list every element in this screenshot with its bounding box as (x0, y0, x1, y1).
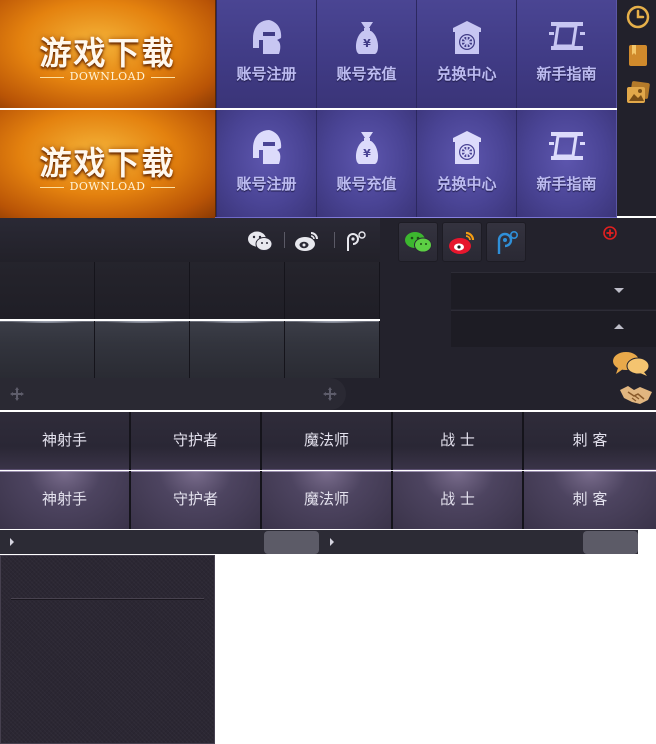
grid-cell[interactable] (0, 321, 95, 378)
tencent-weibo-color-icon (497, 231, 518, 254)
gallery-icon[interactable] (625, 80, 651, 106)
wechat-color-icon (405, 232, 432, 253)
banner-row-2: 游戏下载 DOWNLOAD 账号注册 ¥ 账号充值 兑换中心 新手指南 (0, 110, 617, 220)
grid-cell[interactable] (95, 321, 190, 378)
shop-wheel-icon (453, 21, 481, 54)
nav-label: 账号充值 (336, 175, 397, 193)
wechat-share-button[interactable] (398, 222, 438, 262)
account-register-button[interactable]: 账号注册 (216, 0, 317, 108)
account-recharge-button[interactable]: ¥ 账号充值 (316, 110, 417, 218)
account-register-button[interactable]: 账号注册 (216, 110, 317, 218)
shop-wheel-icon (453, 131, 481, 164)
svg-text:¥: ¥ (363, 147, 371, 160)
dropdown-expanded[interactable] (451, 310, 656, 347)
scroll-guide-icon (549, 132, 585, 160)
weibo-icon[interactable] (294, 229, 320, 253)
download-title: 游戏下载 (39, 34, 176, 72)
caret-down-icon (614, 288, 624, 293)
scrollbar-thumb[interactable] (583, 531, 638, 554)
chat-bubbles-icon[interactable] (612, 350, 650, 376)
scroll-right-arrow-icon[interactable] (330, 538, 334, 546)
game-download-button[interactable]: 游戏下载 DOWNLOAD (0, 110, 216, 218)
helmet-icon (253, 130, 282, 164)
class-tab-mage[interactable]: 魔法师 (262, 412, 391, 470)
class-tab-warrior[interactable]: 战 士 (393, 412, 522, 470)
drag-handle-bar[interactable] (0, 378, 346, 410)
download-title: 游戏下载 (39, 144, 176, 182)
game-download-button[interactable]: 游戏下载 DOWNLOAD (0, 0, 216, 108)
handshake-icon[interactable] (618, 382, 654, 408)
tencent-weibo-share-button[interactable] (486, 222, 526, 262)
share-color-panel (380, 218, 656, 262)
scrollbar-track[interactable] (320, 530, 638, 554)
exchange-center-button[interactable]: 兑换中心 (416, 0, 517, 108)
nav-label: 新手指南 (536, 65, 597, 83)
svg-text:¥: ¥ (363, 37, 371, 50)
class-tab-guardian[interactable]: 守护者 (131, 471, 260, 529)
class-tab-assassin[interactable]: 刺 客 (524, 412, 656, 470)
add-circle-icon[interactable] (603, 226, 617, 240)
scrollbar-thumb[interactable] (264, 531, 319, 554)
share-bar (0, 218, 380, 263)
clock-icon[interactable] (625, 4, 651, 30)
grid-cell[interactable] (190, 321, 285, 378)
class-tab-row-normal: 神射手 守护者 魔法师 战 士 刺 客 (0, 412, 656, 470)
nav-label: 账号充值 (336, 65, 397, 83)
money-bag-icon: ¥ (355, 132, 379, 164)
nav-label: 账号注册 (236, 175, 297, 193)
class-tab-assassin[interactable]: 刺 客 (524, 471, 656, 529)
grid-cell[interactable] (0, 262, 95, 319)
beginner-guide-button[interactable]: 新手指南 (516, 0, 617, 108)
share-separator (284, 232, 285, 248)
side-icon-strip (617, 0, 656, 216)
exchange-center-button[interactable]: 兑换中心 (416, 110, 517, 218)
grid-cell[interactable] (190, 262, 285, 319)
grid-cell[interactable] (95, 262, 190, 319)
banner-row-1: 游戏下载 DOWNLOAD 账号注册 ¥ 账号充值 兑换中心 新手指南 (0, 0, 617, 108)
move-arrows-icon[interactable] (9, 386, 25, 402)
tencent-weibo-icon[interactable] (342, 229, 368, 253)
class-tab-row-active: 神射手 守护者 魔法师 战 士 刺 客 (0, 471, 656, 529)
dropdown-collapsed[interactable] (451, 272, 656, 309)
grid-row-hover (0, 321, 380, 378)
bookmark-icon[interactable] (625, 42, 651, 68)
grid-cell[interactable] (285, 262, 380, 319)
move-arrows-icon[interactable] (322, 386, 338, 402)
weibo-color-icon (449, 231, 475, 254)
helmet-icon (253, 20, 282, 54)
download-subtitle-wrap: DOWNLOAD (40, 180, 175, 194)
scrollbar-track[interactable] (0, 530, 320, 554)
panel-divider (11, 598, 204, 599)
class-tab-warrior[interactable]: 战 士 (393, 471, 522, 529)
divider-line (151, 77, 175, 78)
class-tab-mage[interactable]: 魔法师 (262, 471, 391, 529)
class-tab-marksman[interactable]: 神射手 (0, 412, 129, 470)
divider-line (151, 187, 175, 188)
nav-label: 账号注册 (236, 65, 297, 83)
money-bag-icon: ¥ (355, 22, 379, 54)
grid-row-normal (0, 262, 380, 319)
wechat-icon[interactable] (247, 229, 273, 253)
grid-cell[interactable] (285, 321, 380, 378)
caret-up-icon (614, 324, 624, 329)
share-separator (334, 232, 335, 248)
class-tab-marksman[interactable]: 神射手 (0, 471, 129, 529)
nav-label: 新手指南 (536, 175, 597, 193)
nav-label: 兑换中心 (436, 65, 497, 83)
nav-label: 兑换中心 (436, 175, 497, 193)
scroll-right-arrow-icon[interactable] (10, 538, 14, 546)
class-tab-guardian[interactable]: 守护者 (131, 412, 260, 470)
download-subtitle-wrap: DOWNLOAD (40, 70, 175, 84)
weibo-share-button[interactable] (442, 222, 482, 262)
scroll-guide-icon (549, 22, 585, 50)
beginner-guide-button[interactable]: 新手指南 (516, 110, 617, 218)
account-recharge-button[interactable]: ¥ 账号充值 (316, 0, 417, 108)
textured-panel (0, 555, 215, 744)
